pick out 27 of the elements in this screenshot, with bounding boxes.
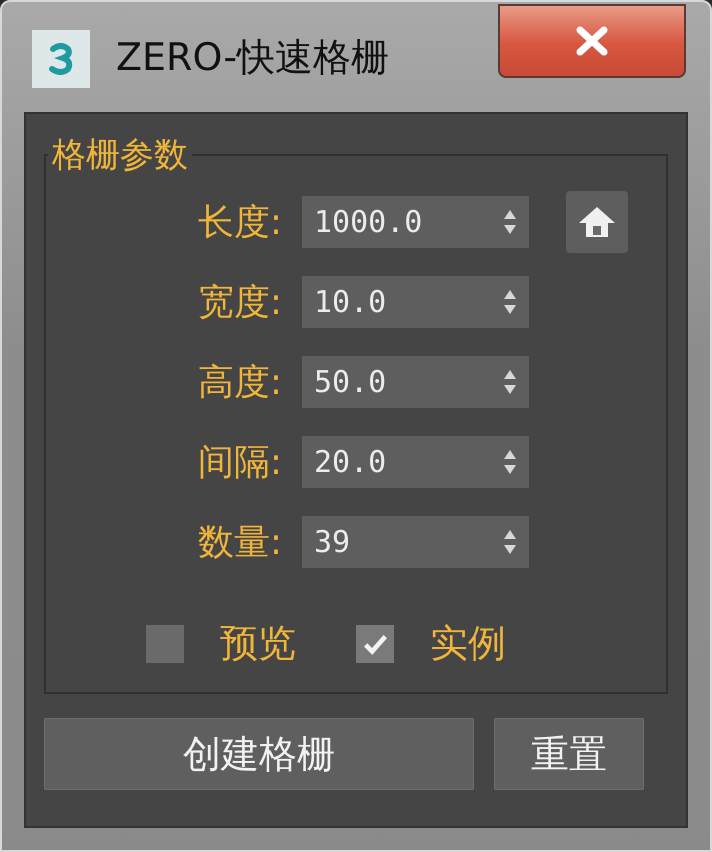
home-button[interactable]	[566, 191, 628, 253]
spinner-arrows-icon[interactable]	[503, 209, 517, 235]
action-button[interactable]: 重置	[494, 718, 644, 790]
checkbox-label: 预览	[220, 620, 296, 667]
group-title: 格栅参数	[51, 134, 189, 177]
spinner-arrows-icon[interactable]	[503, 369, 517, 395]
house-icon	[577, 205, 617, 239]
checkbox-label: 实例	[430, 620, 506, 667]
spinner-field[interactable]: 10.0	[302, 276, 529, 328]
close-button[interactable]	[498, 4, 686, 78]
spinner-arrows-icon[interactable]	[503, 449, 517, 475]
checkbox[interactable]	[356, 624, 394, 662]
spinner-field[interactable]: 1000.0	[302, 196, 529, 248]
field-label: 高度:	[196, 360, 283, 404]
spinner-field[interactable]: 20.0	[302, 436, 529, 488]
checkbox[interactable]	[146, 624, 184, 662]
field-label: 数量:	[196, 520, 283, 564]
action-button[interactable]: 创建格栅	[44, 718, 474, 790]
field-label: 间隔:	[196, 440, 283, 484]
field-label: 宽度:	[196, 280, 283, 324]
spinner-arrows-icon[interactable]	[503, 289, 517, 315]
field-label: 长度:	[196, 200, 283, 244]
window-title: ZERO-快速格栅	[116, 34, 390, 81]
spinner-field[interactable]: 50.0	[302, 356, 529, 408]
spinner-field[interactable]: 39	[302, 516, 529, 568]
spinner-arrows-icon[interactable]	[503, 529, 517, 555]
app-icon	[32, 30, 90, 88]
